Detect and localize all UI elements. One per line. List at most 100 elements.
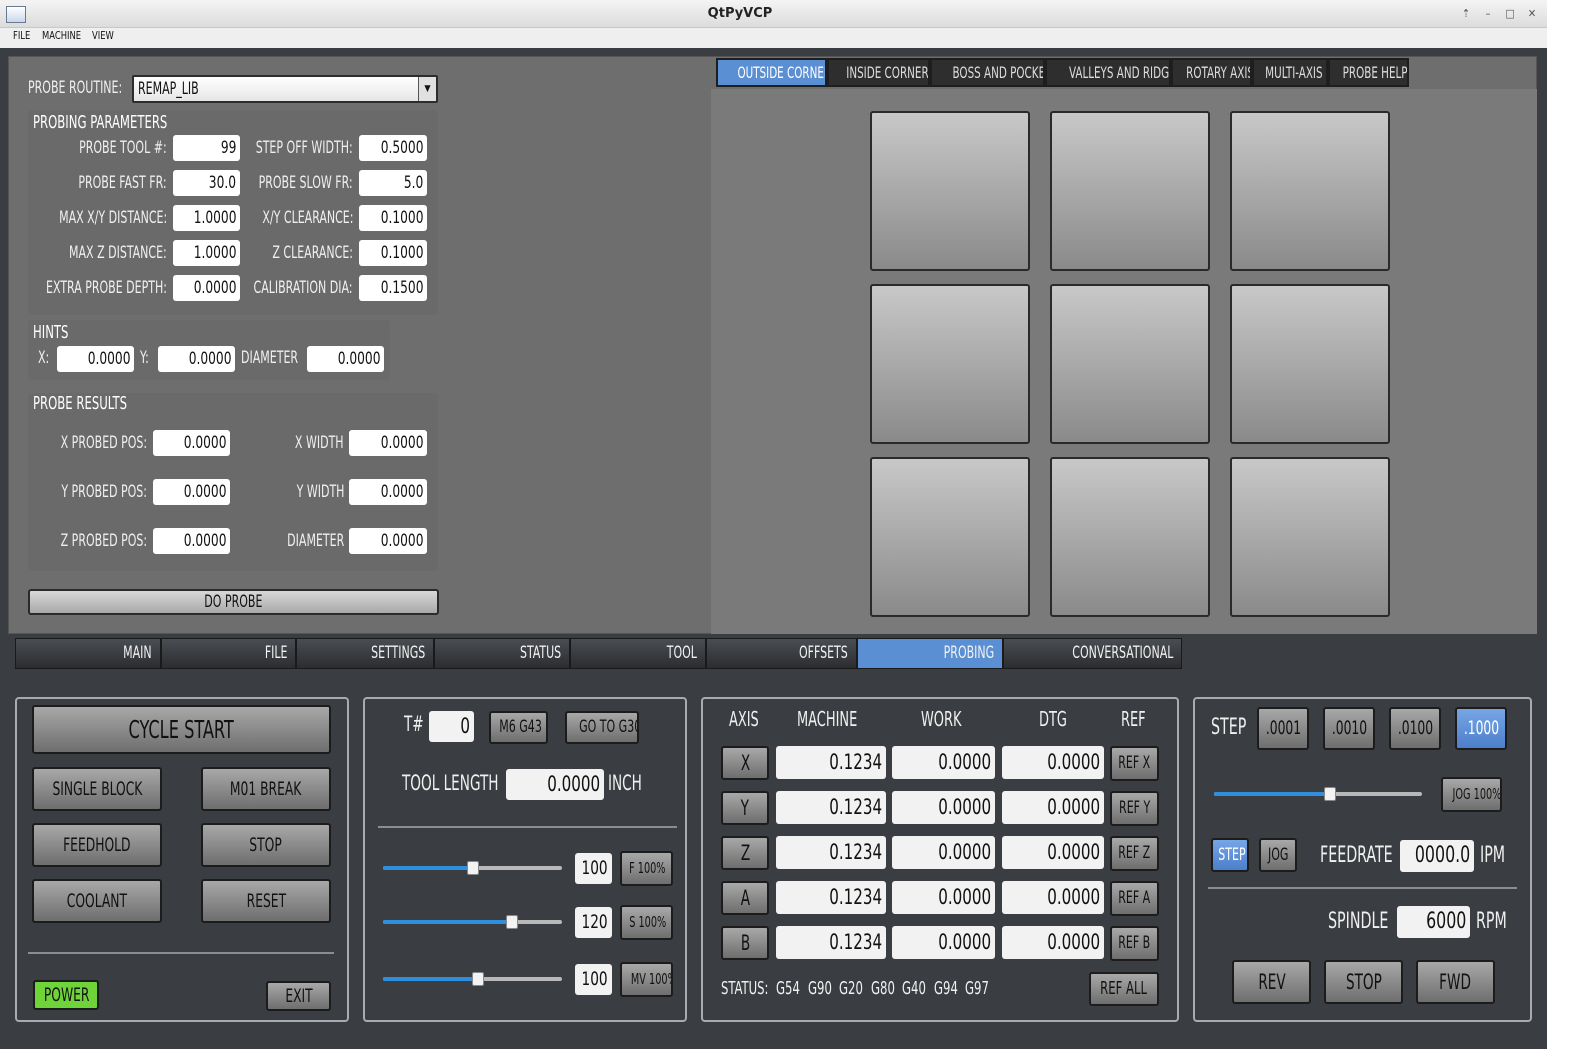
menu-view[interactable]: VIEW bbox=[92, 30, 114, 42]
label-text: Y bbox=[740, 796, 750, 820]
ref-axis-button[interactable]: REF X bbox=[1110, 746, 1159, 781]
exit-button[interactable]: EXIT bbox=[266, 981, 331, 1011]
probe-routine-tile[interactable] bbox=[1050, 457, 1210, 617]
main-tab[interactable]: OFFSETS bbox=[706, 638, 857, 669]
reset-button[interactable]: RESET bbox=[201, 879, 331, 923]
param-field[interactable]: 0.1500 bbox=[359, 275, 427, 301]
power-button[interactable]: POWER bbox=[33, 980, 99, 1010]
spindle-fwd-button[interactable]: FWD bbox=[1416, 960, 1495, 1004]
main-tab[interactable]: CONVERSATIONAL bbox=[1003, 638, 1182, 669]
cycle-start-button[interactable]: CYCLE START bbox=[32, 705, 331, 754]
spindle-rev-button[interactable]: REV bbox=[1232, 960, 1311, 1004]
override-slider-handle[interactable] bbox=[506, 915, 518, 929]
step-size-button[interactable]: .1000 bbox=[1455, 707, 1507, 750]
coolant-button[interactable]: COOLANT bbox=[32, 879, 162, 923]
menu-machine[interactable]: MACHINE bbox=[42, 30, 81, 42]
result-field[interactable]: 0.0000 bbox=[349, 528, 427, 554]
probe-tab[interactable]: MULTI-AXIS bbox=[1252, 58, 1328, 87]
step-size-button[interactable]: .0100 bbox=[1389, 707, 1441, 750]
label-text: 0.0000 bbox=[938, 795, 991, 819]
probe-routine-tile[interactable] bbox=[1050, 111, 1210, 271]
tool-number-field[interactable]: 0 bbox=[429, 711, 474, 742]
step-size-button[interactable]: .0010 bbox=[1323, 707, 1375, 750]
result-field[interactable]: 0.0000 bbox=[153, 528, 230, 554]
axis-button[interactable]: B bbox=[721, 926, 769, 960]
hint-diameter-field[interactable]: 0.0000 bbox=[307, 346, 384, 372]
probe-routine-tile[interactable] bbox=[1050, 284, 1210, 444]
ref-axis-button[interactable]: REF Z bbox=[1110, 836, 1159, 871]
window-shade-icon[interactable]: ⇡ bbox=[1458, 6, 1474, 22]
ref-axis-button[interactable]: REF B bbox=[1110, 926, 1159, 961]
probe-tab[interactable]: OUTSIDE CORNERS bbox=[716, 58, 827, 87]
probe-tab[interactable]: BOSS AND POCKETS bbox=[930, 58, 1045, 87]
probe-tab[interactable]: INSIDE CORNERS bbox=[827, 58, 930, 87]
label-text: OFFSETS bbox=[799, 643, 848, 663]
result-field[interactable]: 0.0000 bbox=[153, 430, 230, 456]
main-tab[interactable]: STATUS bbox=[434, 638, 570, 669]
step-size-button[interactable]: .0001 bbox=[1257, 707, 1309, 750]
main-tab[interactable]: SETTINGS bbox=[296, 638, 434, 669]
result-field[interactable]: 0.0000 bbox=[349, 430, 427, 456]
single-block-button[interactable]: SINGLE BLOCK bbox=[32, 767, 162, 811]
override-reset-button[interactable]: S 100% bbox=[620, 905, 673, 940]
param-field[interactable]: 99 bbox=[173, 135, 240, 161]
do-probe-button[interactable]: DO PROBE bbox=[28, 589, 439, 615]
main-tab[interactable]: PROBING bbox=[857, 638, 1003, 669]
probe-routine-tile[interactable] bbox=[1230, 457, 1390, 617]
m6-g43-button[interactable]: M6 G43 bbox=[489, 711, 548, 744]
probe-routine-tile[interactable] bbox=[870, 457, 1030, 617]
override-reset-button[interactable]: F 100% bbox=[620, 851, 673, 886]
main-tab[interactable]: FILE bbox=[161, 638, 296, 669]
chevron-down-icon[interactable]: ▼ bbox=[418, 77, 436, 101]
axis-button[interactable]: A bbox=[721, 881, 769, 915]
override-slider-handle[interactable] bbox=[472, 972, 484, 986]
param-field[interactable]: 1.0000 bbox=[173, 240, 240, 266]
probe-routine-select[interactable]: REMAP_LIB ▼ bbox=[132, 75, 438, 103]
jog-slider-handle[interactable] bbox=[1324, 787, 1336, 801]
window-maximize-icon[interactable]: □ bbox=[1502, 6, 1518, 22]
stop-button[interactable]: STOP bbox=[201, 823, 331, 867]
override-reset-button[interactable]: MV 100% bbox=[620, 962, 673, 997]
param-field[interactable]: 30.0 bbox=[173, 170, 240, 196]
param-field[interactable]: 0.0000 bbox=[173, 275, 240, 301]
probe-routine-tile[interactable] bbox=[1230, 111, 1390, 271]
axis-button[interactable]: Y bbox=[721, 791, 769, 825]
override-slider-handle[interactable] bbox=[467, 861, 479, 875]
hint-y-field[interactable]: 0.0000 bbox=[158, 346, 235, 372]
m01-break-button[interactable]: M01 BREAK bbox=[201, 767, 331, 811]
window-minimize-icon[interactable]: – bbox=[1480, 6, 1496, 22]
axis-button[interactable]: Z bbox=[721, 836, 769, 870]
override-slider-fill bbox=[383, 977, 478, 981]
jog-mode-button[interactable]: JOG bbox=[1259, 838, 1297, 872]
ref-axis-button[interactable]: REF Y bbox=[1110, 791, 1159, 826]
param-field[interactable]: 0.5000 bbox=[359, 135, 427, 161]
param-field[interactable]: 5.0 bbox=[359, 170, 427, 196]
feedhold-button[interactable]: FEEDHOLD bbox=[32, 823, 162, 867]
ref-all-button[interactable]: REF ALL bbox=[1089, 972, 1159, 1006]
jog-100-button[interactable]: JOG 100% bbox=[1441, 777, 1502, 812]
spindle-stop-button[interactable]: STOP bbox=[1324, 960, 1403, 1004]
result-field[interactable]: 0.0000 bbox=[153, 479, 230, 505]
step-mode-button[interactable]: STEP bbox=[1211, 838, 1249, 872]
ref-axis-button[interactable]: REF A bbox=[1110, 881, 1159, 916]
probe-routine-tile[interactable] bbox=[870, 111, 1030, 271]
probe-routine-tile[interactable] bbox=[870, 284, 1030, 444]
probe-tab[interactable]: ROTARY AXIS bbox=[1171, 58, 1252, 87]
param-field[interactable]: 0.1000 bbox=[359, 240, 427, 266]
main-tab[interactable]: MAIN bbox=[15, 638, 161, 669]
axis-button[interactable]: X bbox=[721, 746, 769, 780]
probe-tab[interactable]: VALLEYS AND RIDGES bbox=[1045, 58, 1171, 87]
main-tab[interactable]: TOOL bbox=[570, 638, 706, 669]
feedrate-field[interactable]: 0000.0 bbox=[1400, 840, 1474, 872]
window-close-icon[interactable]: ✕ bbox=[1524, 6, 1540, 22]
probe-tab[interactable]: PROBE HELP bbox=[1328, 58, 1409, 87]
go-to-g30-button[interactable]: GO TO G30 bbox=[565, 711, 639, 744]
spindle-speed-field[interactable]: 6000 bbox=[1397, 906, 1470, 938]
tool-length-field[interactable]: 0.0000 bbox=[506, 769, 604, 800]
hint-x-field[interactable]: 0.0000 bbox=[57, 346, 134, 372]
result-field[interactable]: 0.0000 bbox=[349, 479, 427, 505]
menu-file[interactable]: FILE bbox=[13, 30, 30, 42]
probe-routine-tile[interactable] bbox=[1230, 284, 1390, 444]
param-field[interactable]: 1.0000 bbox=[173, 205, 240, 231]
param-field[interactable]: 0.1000 bbox=[359, 205, 427, 231]
